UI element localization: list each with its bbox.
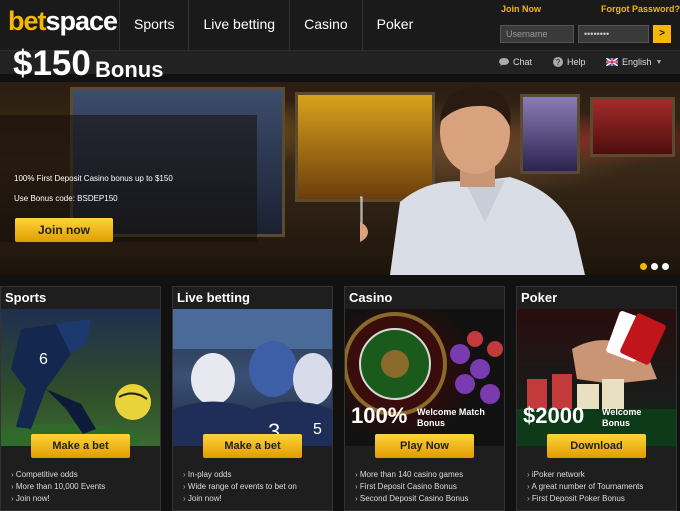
help-label: Help	[567, 57, 586, 67]
casino-feature-list: More than 140 casino games First Deposit…	[355, 469, 469, 505]
panel-title[interactable]: Live betting	[177, 290, 250, 305]
live-betting-image[interactable]: 3 5	[173, 309, 332, 446]
list-item: Join now!	[183, 493, 297, 505]
casino-panel: Casino 100% Welcome Match Bonus Play Now…	[344, 286, 505, 511]
help-link[interactable]: ? Help	[553, 57, 586, 67]
casino-bonus-line-2: Bonus	[417, 418, 445, 428]
casino-bonus-line-1: Welcome Match	[417, 407, 485, 417]
nav-casino[interactable]: Casino	[289, 0, 362, 50]
nav-poker[interactable]: Poker	[361, 0, 428, 50]
make-a-bet-button[interactable]: Make a bet	[203, 434, 302, 458]
chat-label: Chat	[513, 57, 533, 67]
promo-bonus-label: Bonus	[95, 57, 164, 82]
panel-title[interactable]: Casino	[349, 290, 392, 305]
logo-space: space	[45, 6, 119, 36]
casino-image[interactable]: 100% Welcome Match Bonus	[345, 309, 504, 446]
sports-panel: Sports 6 Make a bet Competitive odds Mor…	[0, 286, 161, 511]
join-now-button[interactable]: Join now	[15, 218, 113, 242]
header: betspace Sports Live betting Casino Poke…	[0, 0, 680, 50]
logo-bet: bet	[8, 6, 46, 36]
slider-dot-1[interactable]	[640, 263, 647, 270]
nav-sports[interactable]: Sports	[119, 0, 188, 50]
chat-icon	[499, 58, 509, 66]
password-input[interactable]: ••••••••	[578, 25, 649, 43]
list-item: Join now!	[11, 493, 105, 505]
hero-man-image	[360, 87, 585, 275]
download-button[interactable]: Download	[547, 434, 646, 458]
language-selector[interactable]: English ▼	[606, 57, 662, 67]
help-icon: ?	[553, 57, 563, 67]
svg-text:6: 6	[39, 351, 48, 368]
list-item: First Deposit Poker Bonus	[527, 493, 643, 505]
poker-panel: Poker $2000 Welcome Bonus Download iPoke…	[516, 286, 677, 511]
list-item: A great number of Tournaments	[527, 481, 643, 493]
make-a-bet-button[interactable]: Make a bet	[31, 434, 130, 458]
betspace-logo[interactable]: betspace	[8, 6, 119, 37]
poker-bonus-line-2: Bonus	[602, 418, 630, 428]
play-now-button[interactable]: Play Now	[375, 434, 474, 458]
slider-dots	[640, 263, 669, 270]
chevron-down-icon: ▼	[655, 58, 663, 66]
list-item: iPoker network	[527, 469, 643, 481]
live-betting-feature-list: In-play odds Wide range of events to bet…	[183, 469, 297, 505]
promo-bonus-code: Use Bonus code: BSDEP150	[14, 194, 118, 203]
join-now-link[interactable]: Join Now	[501, 4, 541, 14]
panel-title[interactable]: Sports	[5, 290, 46, 305]
poker-image[interactable]: $2000 Welcome Bonus	[517, 309, 676, 446]
poker-bonus-amount: $2000	[523, 403, 585, 428]
list-item: Second Deposit Casino Bonus	[355, 493, 469, 505]
panel-title[interactable]: Poker	[521, 290, 557, 305]
slider-dot-3[interactable]	[662, 263, 669, 270]
login-submit-button[interactable]: >	[653, 25, 671, 43]
username-input[interactable]: Username	[500, 25, 574, 43]
casino-bonus-percent: 100%	[351, 403, 408, 428]
poker-bonus-line-1: Welcome	[602, 407, 642, 417]
list-item: Wide range of events to bet on	[183, 481, 297, 493]
uk-flag-icon	[606, 58, 618, 66]
sports-feature-list: Competitive odds More than 10,000 Events…	[11, 469, 105, 505]
list-item: Competitive odds	[11, 469, 105, 481]
slider-dot-2[interactable]	[651, 263, 658, 270]
chat-link[interactable]: Chat	[499, 57, 532, 67]
casino-bonus-label: Welcome Match Bonus	[417, 407, 485, 429]
promo-amount: $150	[13, 44, 91, 83]
list-item: In-play odds	[183, 469, 297, 481]
main-nav: Sports Live betting Casino Poker	[119, 0, 427, 50]
slot-machine-image	[590, 97, 675, 157]
list-item: More than 140 casino games	[355, 469, 468, 481]
promo-description: 100% First Deposit Casino bonus up to $1…	[14, 174, 173, 183]
sports-image[interactable]: 6	[1, 309, 160, 446]
svg-text:5: 5	[313, 421, 322, 438]
poker-feature-list: iPoker network A great number of Tournam…	[527, 469, 643, 505]
list-item: First Deposit Casino Bonus	[355, 481, 468, 493]
svg-text:?: ?	[556, 58, 561, 67]
list-item: More than 10,000 Events	[11, 481, 105, 493]
nav-live-betting[interactable]: Live betting	[188, 0, 289, 50]
poker-bonus-label: Welcome Bonus	[602, 407, 641, 429]
forgot-password-link[interactable]: Forgot Password?	[601, 4, 680, 14]
language-label: English	[622, 57, 652, 67]
live-betting-panel: Live betting 3 5 Make a bet In-play odds…	[172, 286, 333, 511]
